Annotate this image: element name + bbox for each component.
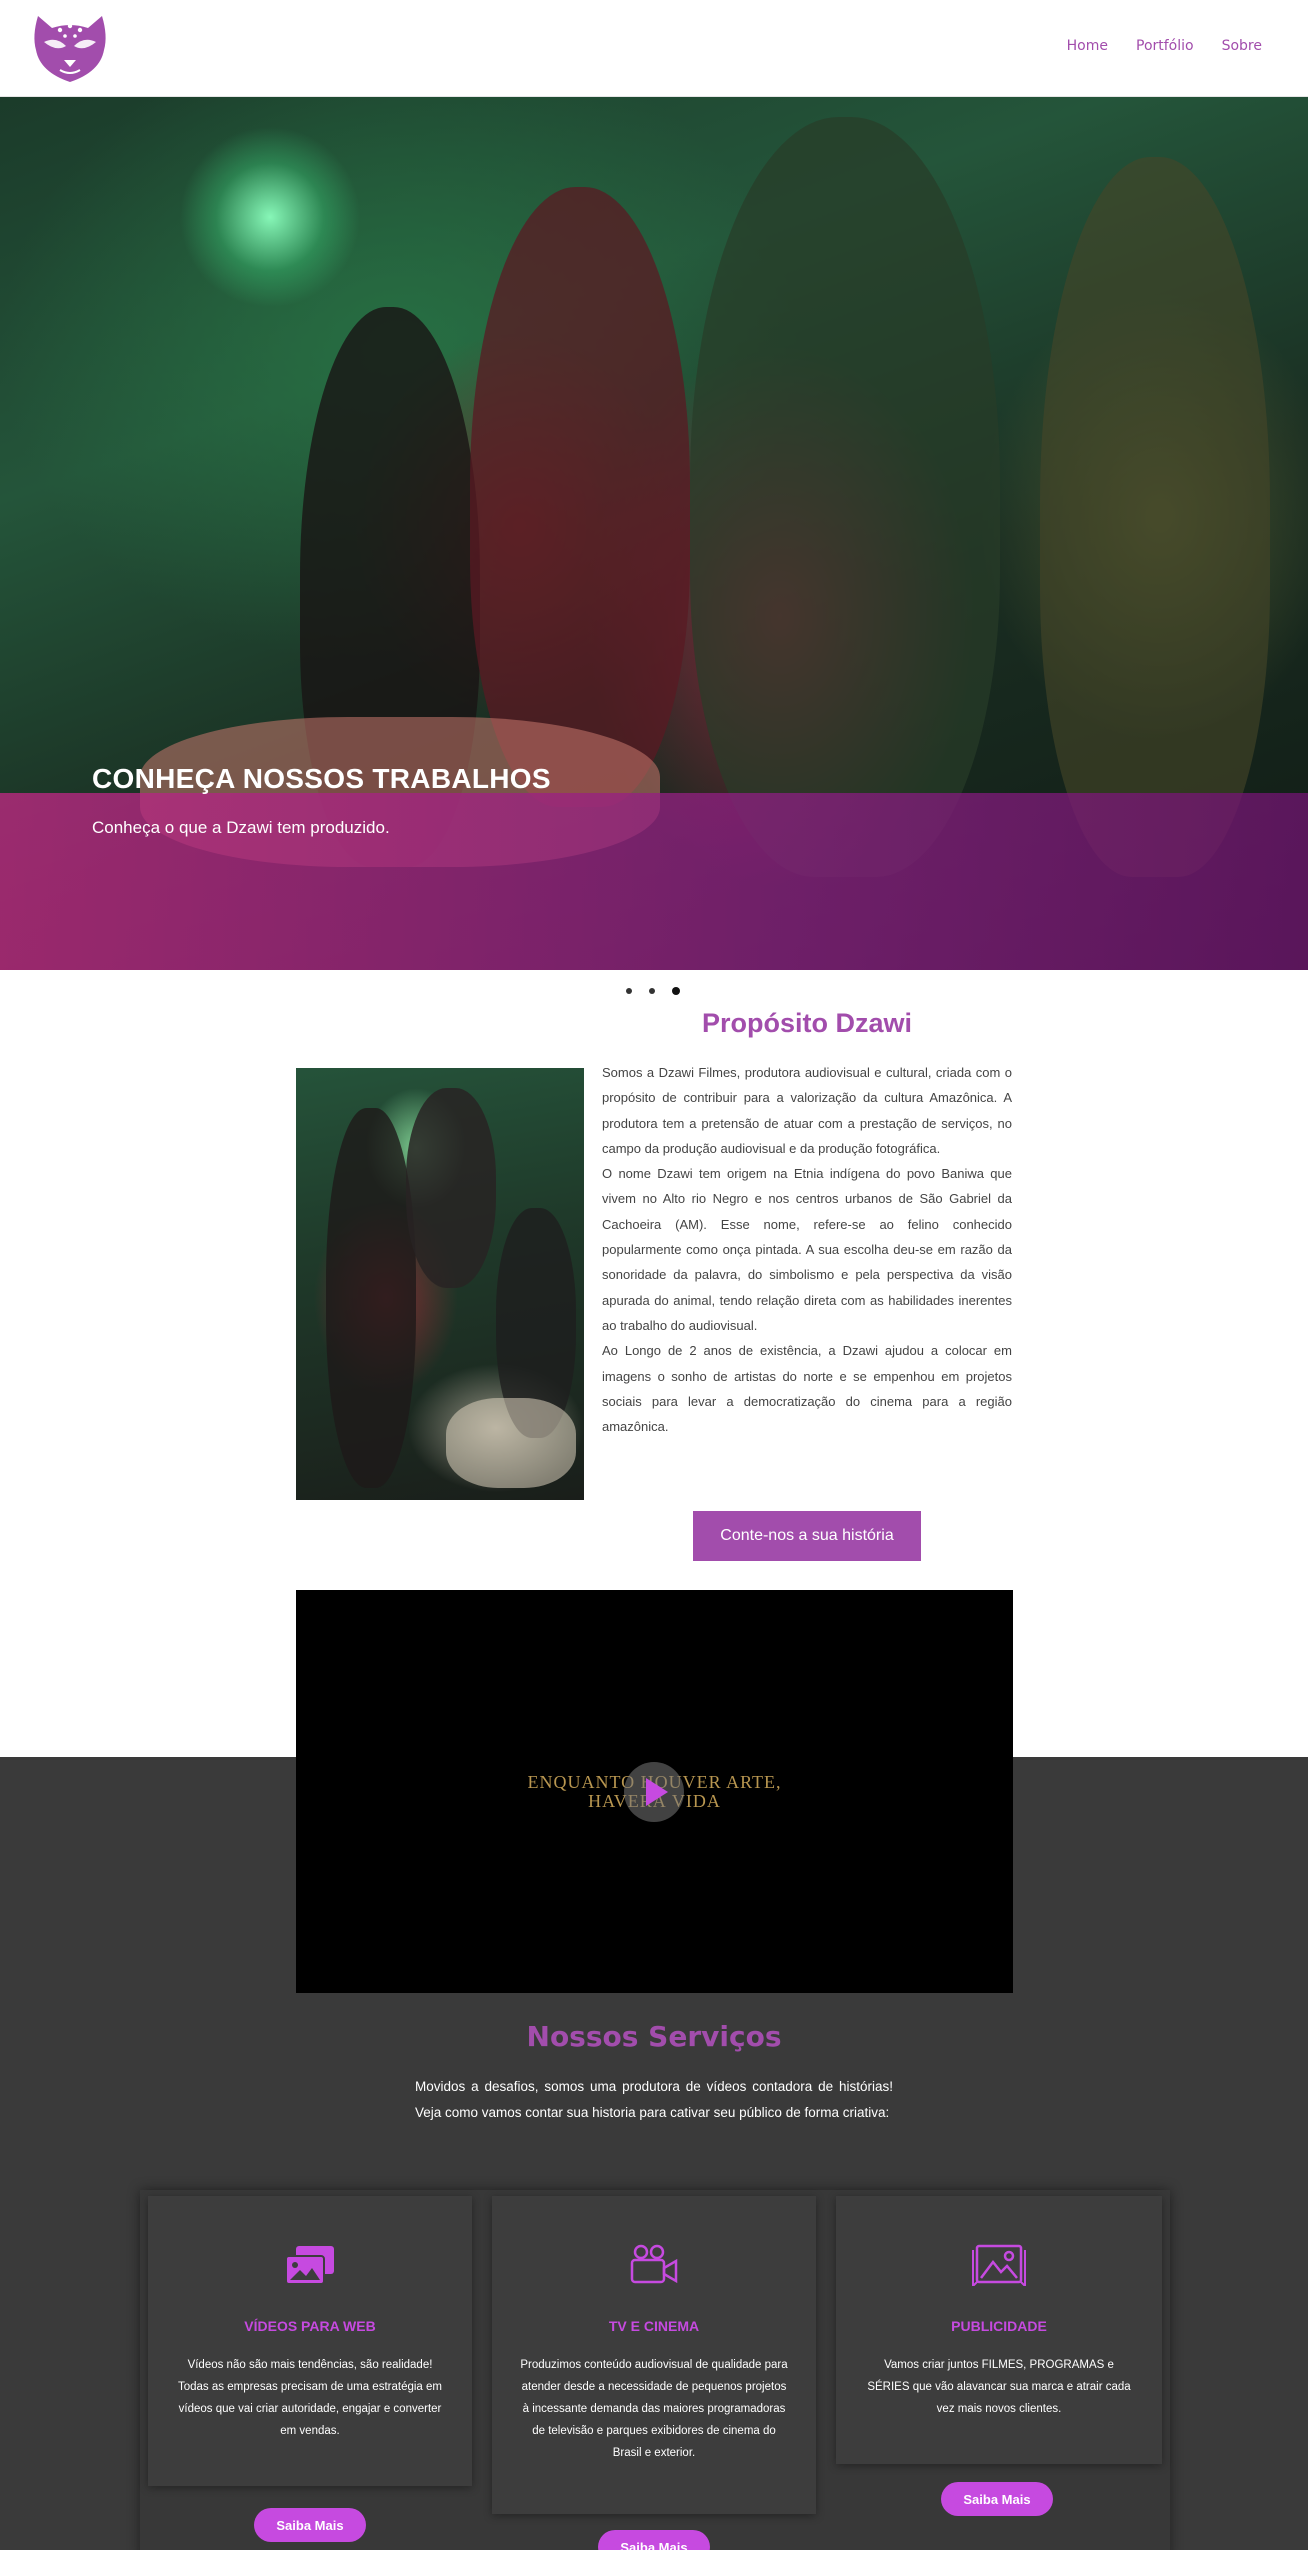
service-card-title: PUBLICIDADE — [951, 2318, 1047, 2334]
service-card-tv-cinema: TV E CINEMA Produzimos conteúdo audiovis… — [492, 2196, 816, 2514]
servicos-title: Nossos Serviços — [526, 2020, 782, 2053]
proposito-title: Propósito Dzawi — [701, 1008, 912, 1038]
main-nav: Home Portfólio Sobre — [1067, 38, 1262, 54]
nav-home-link[interactable]: Home — [1067, 38, 1108, 54]
play-button[interactable] — [624, 1762, 684, 1822]
service-card-web: VÍDEOS PARA WEB Vídeos não são mais tend… — [148, 2196, 472, 2486]
video-player[interactable]: ENQUANTO HOUVER ARTE, HAVERÁ VIDA — [296, 1590, 1013, 1993]
hero-figure — [470, 187, 690, 807]
servicos-intro: Movidos a desafios, somos uma produtora … — [415, 2079, 893, 2120]
image-icon — [971, 2242, 1027, 2291]
hero-subtitle: Conheça o que a Dzawi tem produzido. — [92, 818, 390, 837]
play-icon — [646, 1778, 668, 1806]
proposito-photo — [296, 1068, 584, 1500]
service-card-title: TV E CINEMA — [608, 2318, 700, 2334]
nav-portfolio-link[interactable]: Portfólio — [1136, 38, 1194, 54]
conte-nos-button[interactable]: Conte-nos a sua história — [693, 1511, 921, 1561]
slider-dot-active[interactable] — [672, 987, 680, 995]
slider-dot[interactable] — [626, 988, 632, 994]
service-card-text: Vamos criar juntos FILMES, PROGRAMAS e S… — [867, 2359, 1131, 2415]
slider-dot[interactable] — [649, 988, 655, 994]
proposito-text: Somos a Dzawi Filmes, produtora audiovis… — [602, 1060, 1012, 1439]
service-card-text: Produzimos conteúdo audiovisual de quali… — [520, 2359, 788, 2459]
proposito-paragraph: O nome Dzawi tem origem na Etnia indígen… — [602, 1166, 1012, 1333]
service-card-text: Vídeos não são mais tendências, são real… — [178, 2359, 442, 2437]
hero-slider-image[interactable] — [0, 97, 1308, 970]
nav-sobre-link[interactable]: Sobre — [1222, 38, 1262, 54]
photo-film-icon — [284, 2244, 336, 2291]
service-card-title: VÍDEOS PARA WEB — [244, 2318, 376, 2334]
slider-dots — [626, 987, 680, 995]
jaguar-logo-icon[interactable] — [30, 12, 110, 84]
hero-figure — [690, 117, 1000, 877]
hero-figure — [1040, 157, 1270, 877]
saiba-mais-button[interactable]: Saiba Mais — [941, 2482, 1053, 2516]
site-header: Home Portfólio Sobre — [0, 0, 1308, 97]
saiba-mais-button[interactable]: Saiba Mais — [254, 2508, 366, 2542]
hero-title: CONHEÇA NOSSOS TRABALHOS — [92, 763, 551, 794]
proposito-paragraph: Ao Longo de 2 anos de existência, a Dzaw… — [602, 1343, 1012, 1435]
saiba-mais-button[interactable]: Saiba Mais — [598, 2530, 710, 2550]
service-card-publicidade: PUBLICIDADE Vamos criar juntos FILMES, P… — [836, 2196, 1162, 2464]
video-camera-icon — [629, 2244, 679, 2291]
proposito-paragraph: Somos a Dzawi Filmes, produtora audiovis… — [602, 1065, 1012, 1156]
